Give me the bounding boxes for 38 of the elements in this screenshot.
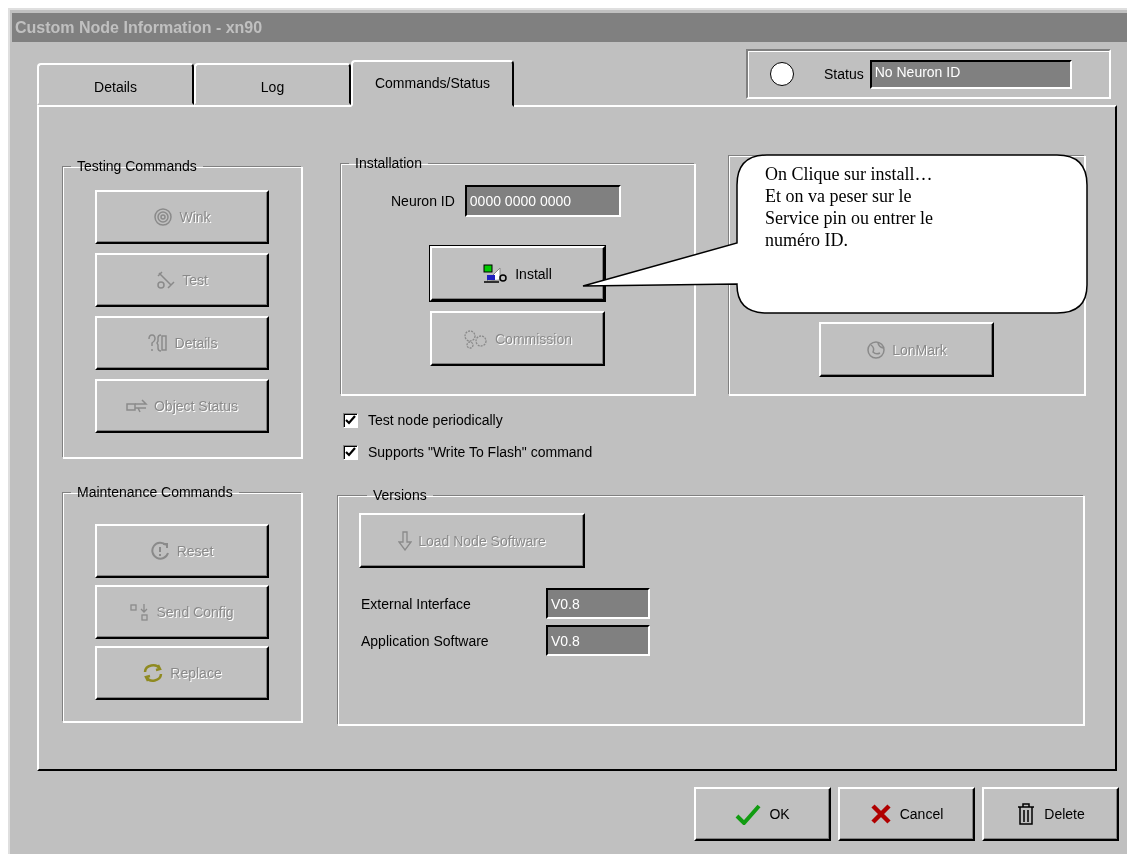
version-field: V0.8	[546, 588, 650, 619]
cancel-icon	[869, 803, 892, 825]
checkbox[interactable]	[343, 412, 358, 428]
reset-icon	[150, 541, 171, 561]
field-label: Neuron ID	[391, 193, 455, 209]
neuron-id-field: 0000 0000 0000	[464, 185, 621, 217]
tab[interactable]: Details	[37, 63, 194, 105]
check-mark-icon	[735, 803, 762, 825]
field-label: External Interface	[361, 595, 472, 612]
config-icon	[130, 602, 151, 622]
tab[interactable]: Log	[194, 63, 351, 105]
checkbox-label: Supports "Write To Flash" command	[368, 444, 593, 460]
group-title: Testing Commands	[76, 158, 198, 174]
refresh-icon	[142, 663, 165, 683]
window-title: Custom Node Information - xn90	[15, 18, 263, 37]
chip-icon	[483, 263, 510, 284]
arrows-icon	[125, 398, 148, 414]
trash-icon	[1016, 802, 1037, 826]
tab[interactable]: Commands/Status	[351, 60, 514, 107]
question-icon	[146, 333, 169, 353]
status-field: No Neuron ID	[869, 59, 1072, 89]
command-button[interactable]: Install	[430, 246, 605, 301]
group-title: Versions	[372, 487, 428, 503]
target-icon	[153, 207, 174, 227]
command-button[interactable]: Cancel	[838, 787, 975, 841]
down-arrow-icon	[398, 530, 413, 551]
version-field: V0.8	[546, 625, 650, 656]
checkbox-label: Test node periodically	[368, 412, 503, 428]
checkbox[interactable]	[343, 444, 358, 460]
group-title: Maintenance Commands	[76, 484, 234, 500]
status-label: Status	[824, 66, 864, 82]
gears-icon	[463, 328, 489, 349]
callout-text: On Clique sur install… Et on va peser sur le Service pin ou entrer le numéro ID.	[765, 163, 933, 251]
command-button[interactable]: Delete	[982, 787, 1119, 841]
command-button[interactable]: OK	[694, 787, 831, 841]
tools-icon	[156, 270, 177, 290]
group-title: Installation	[354, 155, 423, 171]
field-label: Application Software	[361, 632, 490, 649]
